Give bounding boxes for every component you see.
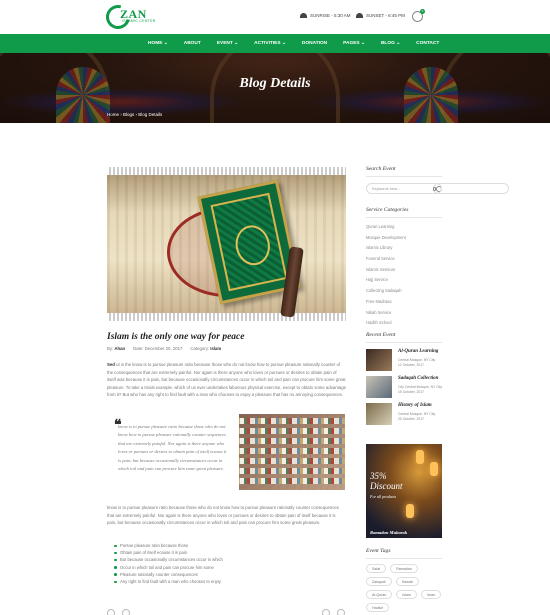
tag[interactable]: Iman [420, 590, 441, 599]
event-info: Central Mosque, NY City 12 October, 2017 [398, 358, 436, 367]
search-widget-title: Search Event [366, 166, 396, 172]
lantern-icon [406, 504, 414, 518]
tag[interactable]: Sawab [395, 577, 419, 586]
post-bullet-list: Pursue pleasure ratio because those Obta… [114, 542, 223, 585]
category-item[interactable]: Islamic Seminar [366, 265, 406, 276]
lantern-icon [416, 450, 424, 464]
hero-banner: Blog Details Home › Blogs › Blog Details [0, 53, 550, 123]
nav-activities[interactable]: ACTIVITIES ⌄ [246, 34, 294, 53]
category-item[interactable]: Collecting Sadaqah [366, 286, 406, 297]
category-item[interactable]: Quran Learning [366, 222, 406, 233]
event-title[interactable]: Al-Quran Learning [398, 349, 438, 354]
recent-event-item[interactable]: Al-Quran Learning Central Mosque, NY Cit… [366, 349, 446, 371]
list-item: Pursue pleasure ratio because those [114, 542, 223, 549]
event-thumbnail [366, 349, 392, 371]
tag[interactable]: Ramadan [390, 564, 418, 573]
search-placeholder: Keywords here... [372, 186, 401, 191]
logo-subtitle: ISLAMIC CENTER [122, 19, 156, 23]
event-thumbnail [366, 403, 392, 425]
tag[interactable]: Zakayah [366, 577, 392, 586]
divider [366, 558, 442, 559]
recent-event-item[interactable]: Sadaqah Collection City Central Mosque, … [366, 376, 446, 398]
event-title[interactable]: History of Islam [398, 403, 432, 408]
divider [366, 176, 442, 177]
search-icon[interactable] [432, 187, 436, 191]
event-title[interactable]: Sadaqah Collection [398, 376, 438, 381]
categories-widget-title: Service Categories [366, 207, 409, 213]
category-item[interactable]: Hadith School [366, 318, 406, 329]
tag[interactable]: Salat [366, 564, 387, 573]
quote-text: know is to pursue pleasure ratio because… [118, 424, 227, 472]
breadcrumb[interactable]: Home › Blogs › Blog Details [107, 112, 162, 117]
next-arrow-icon[interactable] [337, 609, 345, 615]
post-title: Islam is the only one way for peace [107, 332, 245, 342]
category-item[interactable]: Mosque Development [366, 233, 406, 244]
category-item[interactable]: Hajj Service [366, 275, 406, 286]
list-item: But because occasionally circumstances o… [114, 557, 223, 563]
list-item: Obtain pain of itself ecause it is pain [114, 549, 223, 556]
sunset-info: SUNSET - 6:45 PM [356, 13, 405, 18]
main-navigation: HOME ⌄ ABOUT EVENT ⌄ ACTIVITIES ⌄ DONATI… [0, 34, 550, 53]
sunrise-text: SUNRISE - 5:30 AM [310, 13, 351, 18]
meta-author: By: Ahan [107, 346, 126, 351]
logo[interactable]: ZAN ISLAMIC CENTER [101, 0, 166, 34]
promo-subtitle: For all products [370, 494, 397, 499]
event-info: City Central Mosque, NY City 15 October, … [398, 385, 443, 394]
category-item[interactable]: Islamic Library [366, 243, 406, 254]
sunrise-info: SUNRISE - 5:30 AM [300, 13, 351, 18]
list-item: Pleasure rationally counter consequences [114, 571, 223, 578]
category-item[interactable]: Funeral Service [366, 254, 406, 265]
page-title: Blog Details [239, 76, 311, 91]
list-item: Any right to find fault with a man who c… [114, 579, 222, 585]
list-item: Occur in which toil and pain can procure… [114, 564, 223, 571]
divider [366, 217, 442, 218]
cart-icon[interactable]: 0 [412, 9, 425, 22]
promo-headline: 35% Discount [370, 471, 403, 491]
recent-event-item[interactable]: History of Islam Central Mosque, NY City… [366, 403, 446, 425]
recent-widget-title: Recent Event [366, 332, 396, 338]
facebook-icon[interactable] [107, 609, 115, 615]
twitter-icon[interactable] [122, 609, 130, 615]
tag[interactable]: Islam [396, 590, 417, 599]
divider [366, 342, 442, 343]
prev-arrow-icon[interactable] [322, 609, 330, 615]
nav-about[interactable]: ABOUT [176, 34, 209, 53]
sunset-icon [356, 13, 363, 18]
meta-category: Category: Islam [190, 346, 222, 351]
cart-count-badge: 0 [420, 9, 425, 14]
blockquote: ❝ know is to pursue pleasure ratio becau… [107, 413, 346, 491]
tag[interactable]: Al-Quran [366, 590, 393, 599]
event-info: Central Mosque, NY City 20 October, 2017 [398, 412, 436, 421]
prayer-hall-image [239, 414, 345, 490]
nav-donation[interactable]: DONATION [294, 34, 335, 53]
post-meta: By: Ahan Date: December 20, 2017 Categor… [107, 346, 221, 351]
nav-contact[interactable]: CONTACT [408, 34, 447, 53]
post-paragraph-2: know is to pursue pleasure ratio because… [107, 505, 339, 525]
tag-cloud: Salat Ramadan Zakayah Sawab Al-Quran Isl… [366, 564, 446, 612]
search-input[interactable]: Keywords here... [366, 183, 442, 194]
sunset-text: SUNSET - 6:45 PM [366, 13, 405, 18]
promo-footer: Ramadan Mubarak [370, 530, 408, 535]
nav-home[interactable]: HOME ⌄ [140, 34, 176, 53]
tag[interactable]: Hadish [366, 603, 390, 612]
promo-banner[interactable]: 35% Discount For all products Ramadan Mub… [366, 444, 442, 538]
nav-event[interactable]: EVENT ⌄ [209, 34, 246, 53]
category-item[interactable]: Free Madrasa [366, 297, 406, 308]
category-item[interactable]: Nikah Service [366, 308, 406, 319]
sunrise-icon [300, 13, 307, 18]
blog-featured-image [107, 167, 346, 321]
meta-date: Date: December 20, 2017 [133, 346, 183, 351]
category-list: Quran Learning Mosque Development Islami… [366, 222, 406, 329]
post-paragraph: Sed ut is the know is to pursue pleasure… [107, 362, 347, 397]
tags-widget-title: Event Tags [366, 548, 391, 554]
search-icon[interactable] [433, 183, 509, 194]
nav-blog[interactable]: BLOG ⌄ [373, 34, 408, 53]
event-thumbnail [366, 376, 392, 398]
nav-pages[interactable]: PAGES ⌄ [335, 34, 373, 53]
top-header: ZAN ISLAMIC CENTER SUNRISE - 5:30 AM SUN… [0, 0, 550, 194]
